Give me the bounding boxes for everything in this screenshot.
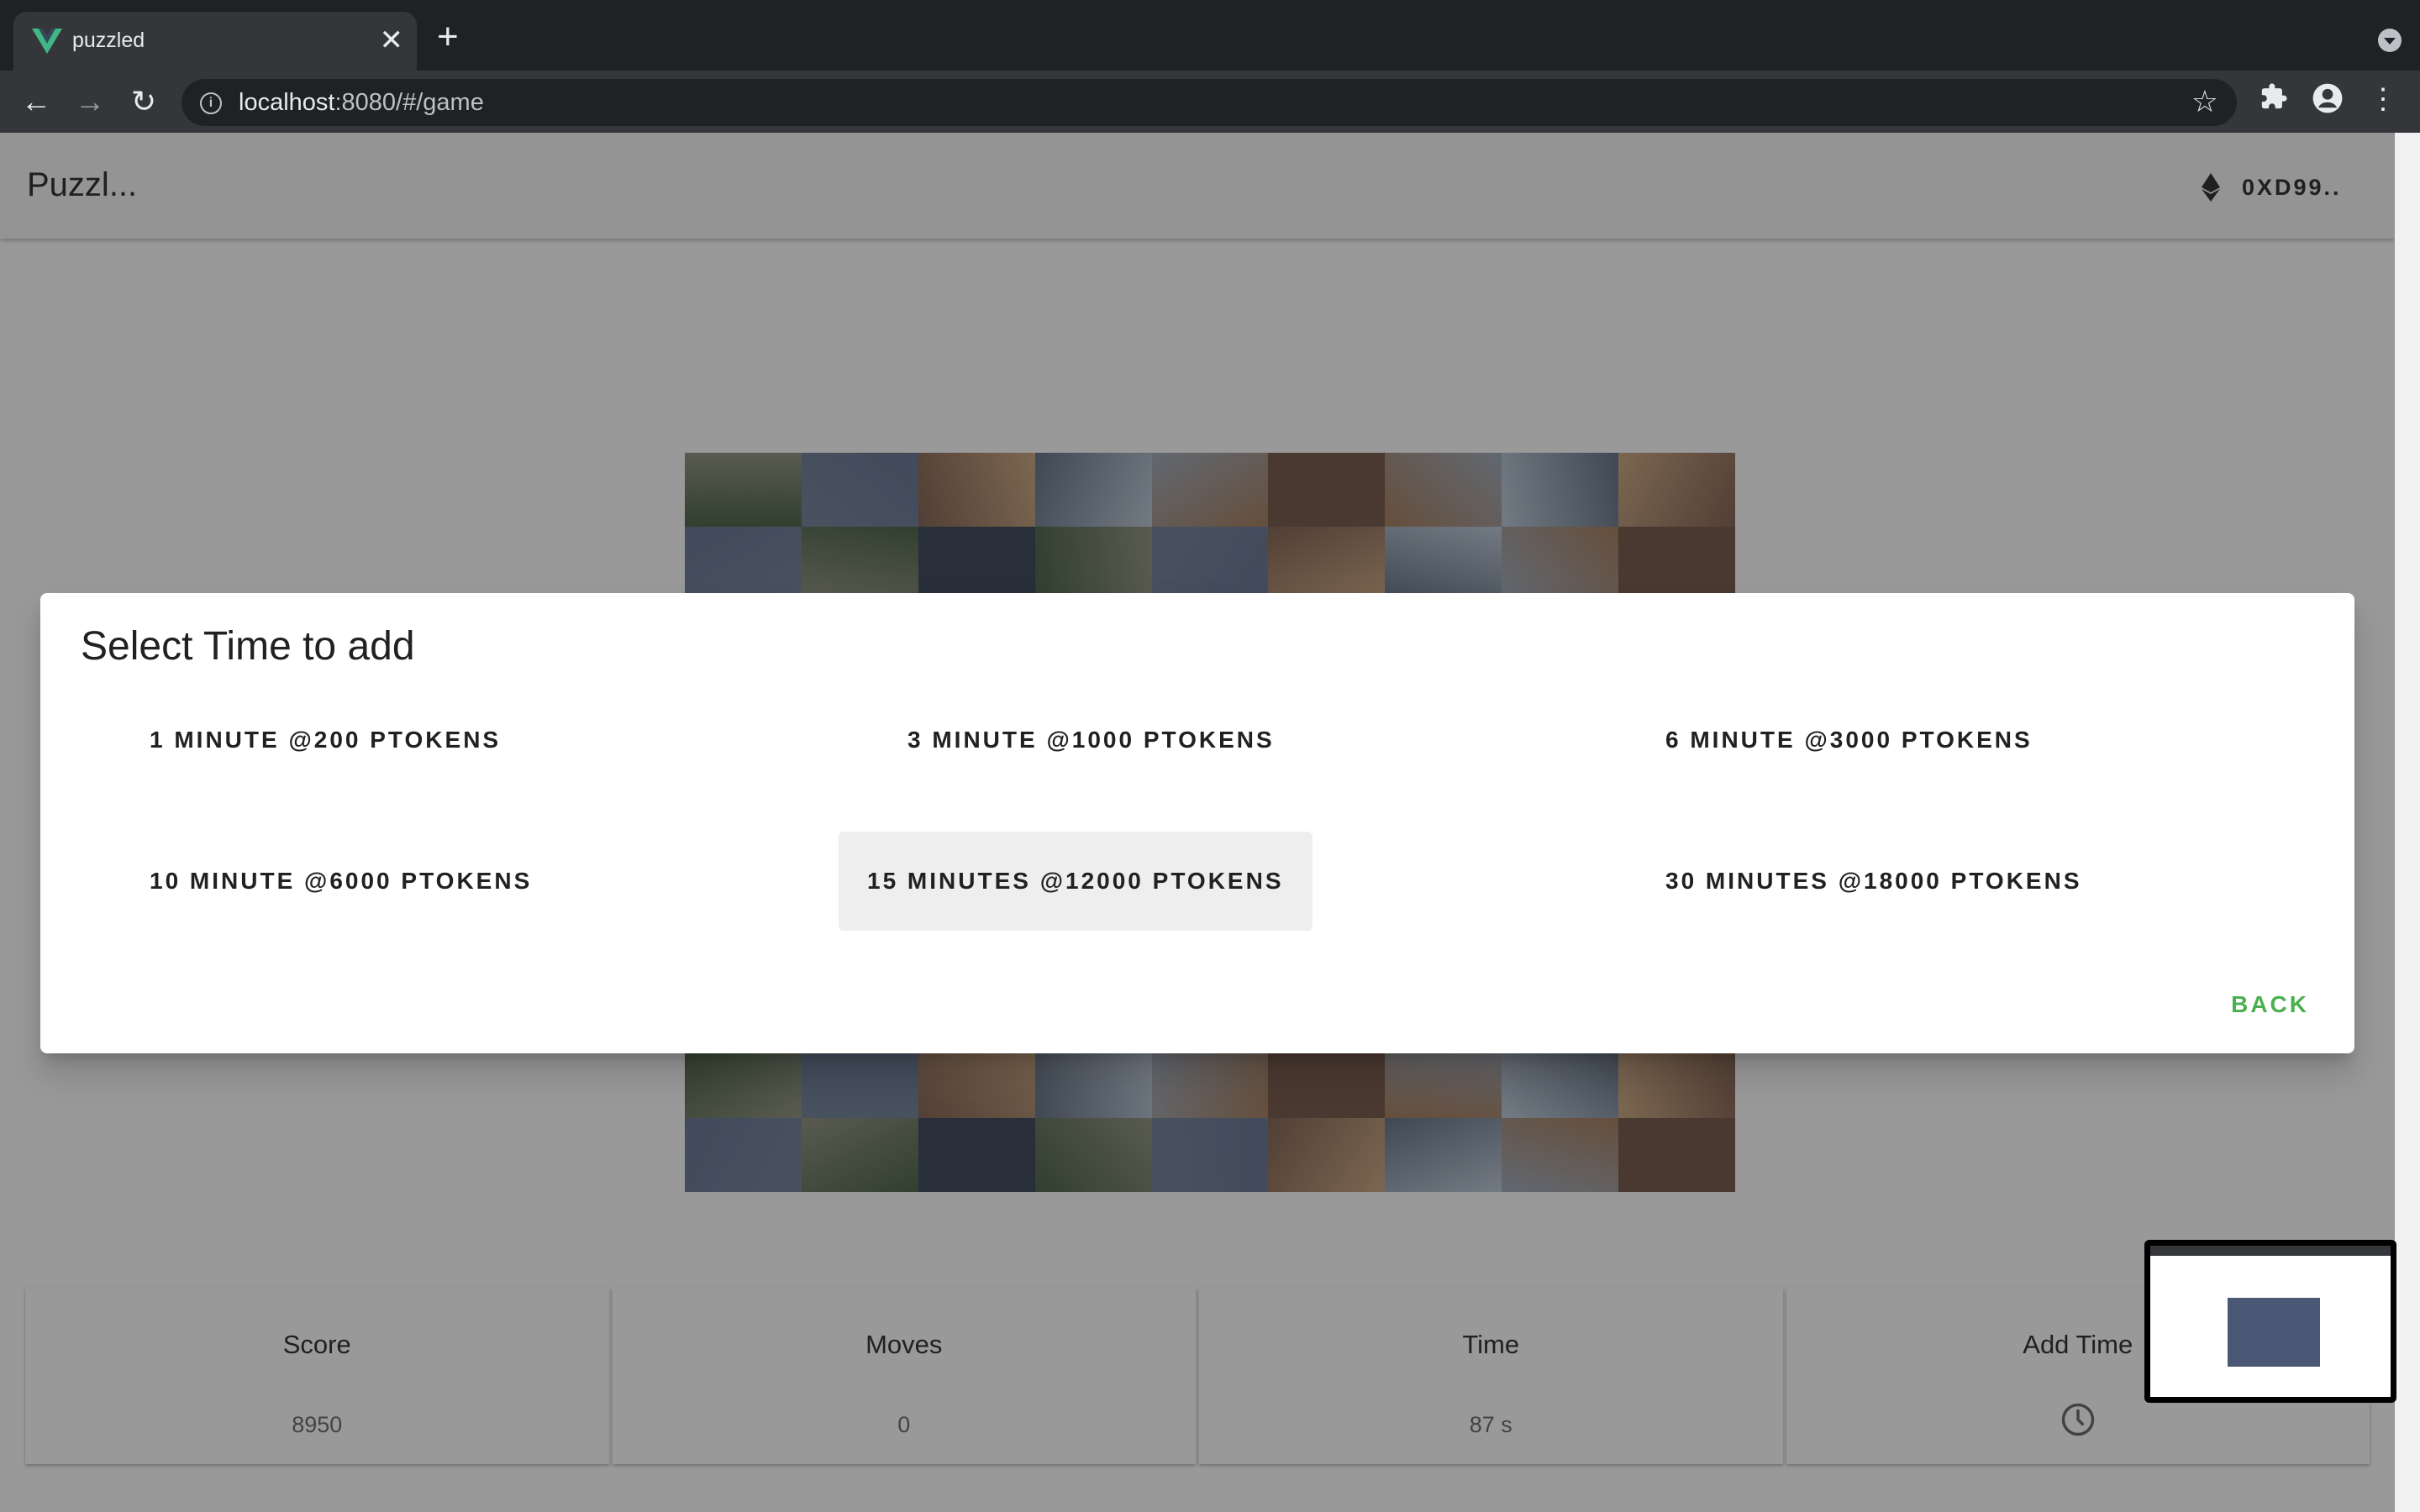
account-icon[interactable]: [2309, 82, 2346, 122]
option-10-minute[interactable]: 10 MINUTE @6000 PTOKENS: [121, 832, 560, 931]
screenshot-thumbnail[interactable]: [2144, 1240, 2396, 1403]
tab-search-icon[interactable]: [2378, 29, 2402, 52]
arrow-right-icon[interactable]: →: [69, 81, 111, 123]
puzzle-icon[interactable]: [2255, 82, 2292, 118]
option-3-minute[interactable]: 3 MINUTE @1000 PTOKENS: [879, 690, 1303, 790]
kebab-menu-icon[interactable]: ⋮: [2365, 82, 2402, 116]
option-30-minutes[interactable]: 30 MINUTES @18000 PTOKENS: [1637, 832, 2111, 931]
option-6-minute[interactable]: 6 MINUTE @3000 PTOKENS: [1637, 690, 2061, 790]
url-text[interactable]: localhost:8080/#/game: [239, 89, 484, 117]
new-tab-button[interactable]: +: [437, 18, 459, 55]
address-bar[interactable]: i localhost:8080/#/game ☆: [182, 79, 2237, 126]
browser-toolbar: ← → ↻ i localhost:8080/#/game ☆ ⋮: [0, 71, 2420, 133]
option-1-minute[interactable]: 1 MINUTE @200 PTOKENS: [121, 690, 529, 790]
browser-tab[interactable]: puzzled ✕: [13, 12, 417, 71]
reload-icon[interactable]: ↻: [123, 81, 165, 123]
thumbnail-puzzle: [2228, 1298, 2320, 1367]
add-time-dialog: Select Time to add 1 MINUTE @200 PTOKENS…: [40, 593, 2354, 1053]
page-scrollbar[interactable]: [2395, 133, 2420, 1512]
vue-logo-icon: [32, 29, 62, 54]
dialog-title: Select Time to add: [81, 624, 415, 669]
tab-title: puzzled: [72, 29, 145, 52]
url-path: :8080/#/game: [334, 89, 484, 116]
option-15-minutes[interactable]: 15 MINUTES @12000 PTOKENS: [839, 832, 1313, 931]
info-icon[interactable]: i: [200, 92, 222, 114]
thumbnail-browser-bar: [2150, 1246, 2391, 1256]
tab-close-icon[interactable]: ✕: [380, 24, 404, 57]
url-host: localhost: [239, 89, 335, 116]
star-icon[interactable]: ☆: [2191, 84, 2218, 119]
thumbnail-preview: [2150, 1246, 2391, 1397]
back-button[interactable]: BACK: [2231, 991, 2309, 1018]
browser-tab-strip: puzzled ✕ +: [0, 0, 2420, 71]
arrow-left-icon[interactable]: ←: [15, 81, 57, 123]
